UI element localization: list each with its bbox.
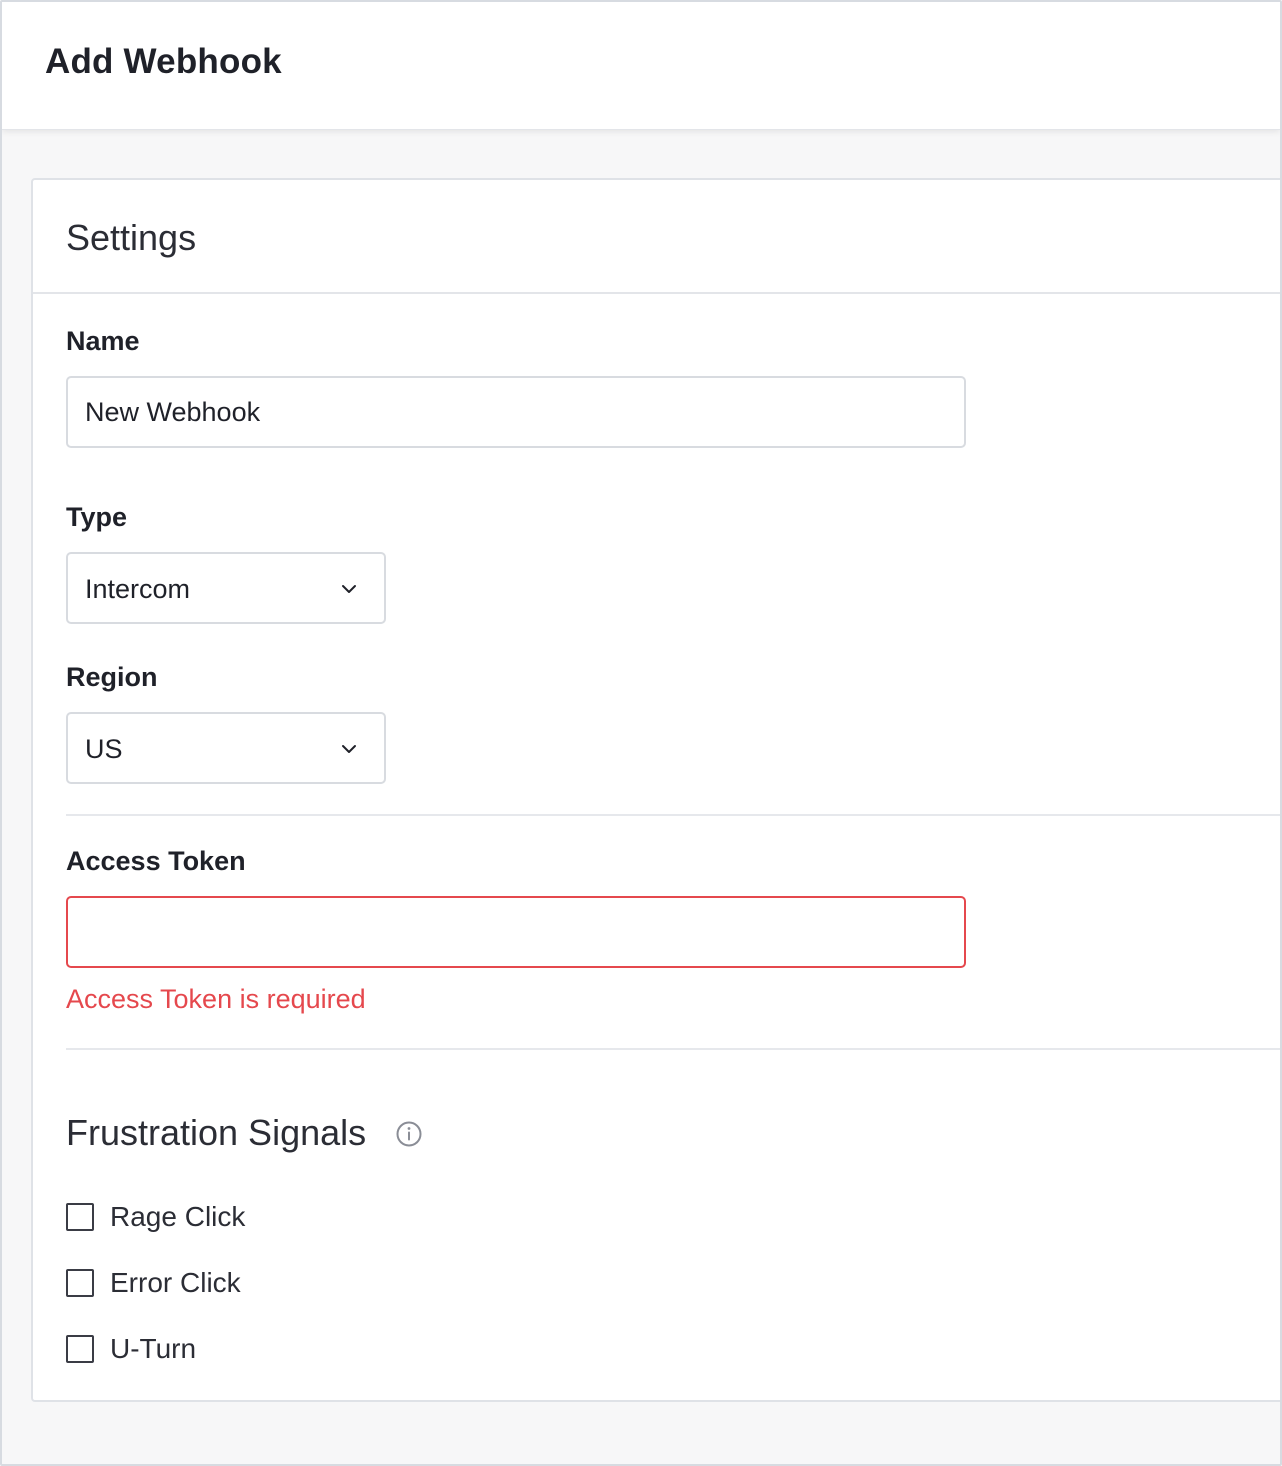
error-click-option[interactable]: Error Click [66, 1267, 241, 1298]
rage-click-option[interactable]: Rage Click [66, 1201, 246, 1232]
section-divider [66, 814, 1280, 816]
type-label: Type [66, 502, 128, 532]
access-token-error: Access Token is required [66, 984, 366, 1014]
error-click-label: Error Click [110, 1267, 241, 1298]
page-header: Add Webhook [2, 2, 1280, 130]
rage-click-checkbox[interactable] [66, 1203, 94, 1231]
u-turn-label: U-Turn [110, 1333, 197, 1364]
settings-card-header: Settings [33, 180, 1280, 294]
rage-click-label: Rage Click [110, 1201, 246, 1232]
type-select[interactable]: Intercom [66, 552, 386, 624]
page-title: Add Webhook [45, 42, 282, 81]
settings-title: Settings [66, 217, 197, 258]
chevron-down-icon [342, 585, 356, 593]
access-token-input[interactable] [66, 896, 966, 968]
name-label: Name [66, 326, 140, 356]
frustration-signals-title: Frustration Signals [66, 1112, 367, 1153]
u-turn-checkbox[interactable] [66, 1335, 94, 1363]
type-select-value: Intercom [85, 574, 191, 604]
region-select-value: US [85, 734, 123, 764]
info-icon[interactable] [395, 1120, 423, 1148]
webhook-page: Add Webhook Settings Name Type Intercom … [0, 0, 1282, 1466]
error-click-checkbox[interactable] [66, 1269, 94, 1297]
access-token-label: Access Token [66, 846, 246, 876]
section-divider [66, 1048, 1280, 1050]
region-label: Region [66, 662, 158, 692]
settings-card: Settings Name Type Intercom Region US Ac… [31, 178, 1280, 1402]
region-select[interactable]: US [66, 712, 386, 784]
name-input[interactable] [66, 376, 966, 448]
u-turn-option[interactable]: U-Turn [66, 1333, 197, 1364]
chevron-down-icon [342, 745, 356, 753]
